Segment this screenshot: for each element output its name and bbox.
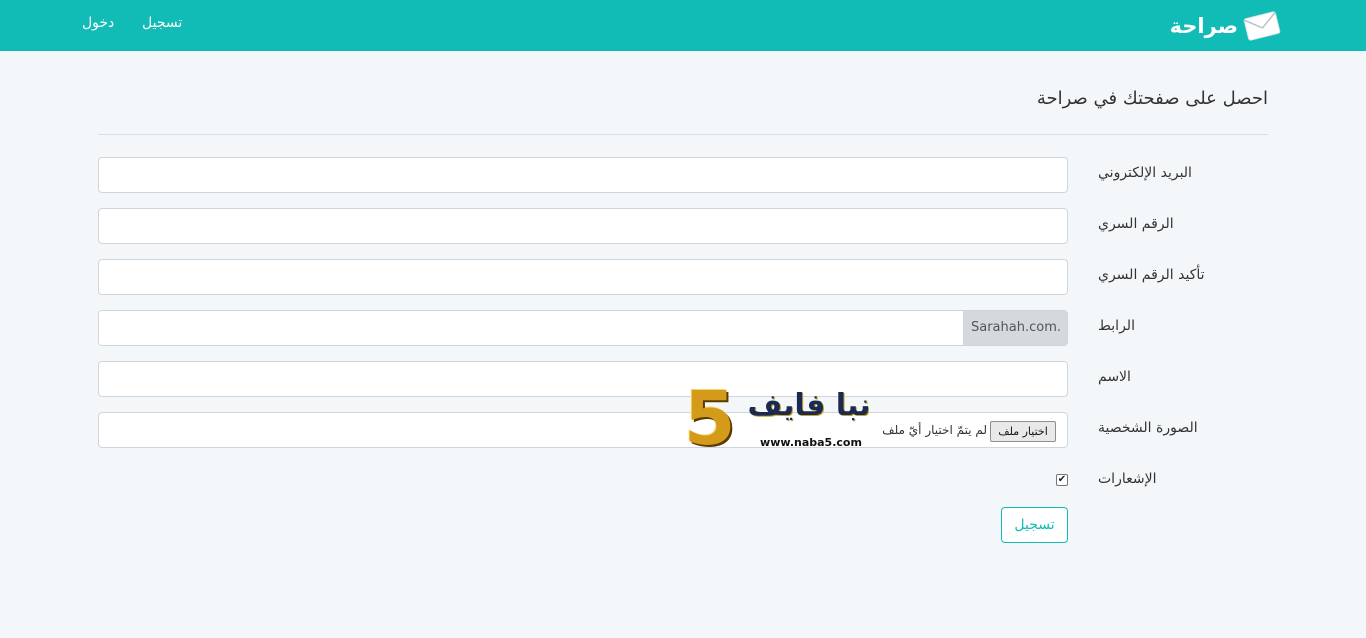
top-navbar: صراحة تسجيل دخول — [0, 0, 1366, 51]
notifications-row: ✔ الإشعارات — [98, 463, 1268, 499]
notifications-checkbox[interactable]: ✔ — [1056, 474, 1068, 486]
email-label-text: البريد الإلكتروني — [1098, 165, 1192, 181]
password-field[interactable] — [98, 208, 1068, 244]
confirm-password-field[interactable] — [98, 259, 1068, 295]
name-field[interactable] — [98, 361, 1068, 397]
link-input-group: Sarahah.com. — [98, 310, 1068, 346]
file-status-text: لم يتمّ اختيار أيّ ملف — [882, 423, 987, 437]
choose-file-button[interactable]: اختيار ملف — [990, 421, 1056, 442]
watermark-url: www.naba5.com — [760, 436, 862, 449]
photo-row: اختيار ملف لم يتمّ اختيار أيّ ملف الصورة… — [98, 412, 1268, 448]
name-label-text: الاسم — [1098, 369, 1131, 385]
password-row: الرقم السري — [98, 208, 1268, 244]
title-divider — [98, 134, 1268, 135]
watermark-arabic-text: نبا فايف — [747, 388, 871, 423]
watermark-digit: 5 — [684, 376, 736, 462]
email-field[interactable] — [98, 157, 1068, 193]
photo-file-input[interactable]: اختيار ملف لم يتمّ اختيار أيّ ملف — [98, 412, 1068, 448]
notifications-label-text: الإشعارات — [1098, 471, 1157, 487]
confirm-password-label-text: تأكيد الرقم السري — [1098, 267, 1205, 283]
link-domain-addon: Sarahah.com. — [963, 311, 1067, 345]
register-submit-button[interactable]: تسجيل — [1001, 507, 1068, 543]
link-field[interactable] — [99, 311, 963, 345]
page-title: احصل على صفحتك في صراحة — [1036, 88, 1268, 109]
link-label-text: الرابط — [1098, 318, 1135, 334]
photo-label-text: الصورة الشخصية — [1098, 420, 1198, 436]
name-row: الاسم — [98, 361, 1268, 397]
link-row: Sarahah.com. الرابط — [98, 310, 1268, 346]
register-link[interactable]: تسجيل — [142, 15, 182, 31]
email-row: البريد الإلكتروني — [98, 157, 1268, 193]
brand-name: صراحة — [1169, 14, 1238, 38]
envelope-icon — [1243, 11, 1281, 41]
watermark-logo: 5 نبا فايف www.naba5.com — [684, 376, 880, 462]
login-link[interactable]: دخول — [82, 15, 114, 31]
password-label-text: الرقم السري — [1098, 216, 1174, 232]
confirm-password-row: تأكيد الرقم السري — [98, 259, 1268, 295]
brand-logo[interactable]: صراحة — [1170, 8, 1282, 44]
